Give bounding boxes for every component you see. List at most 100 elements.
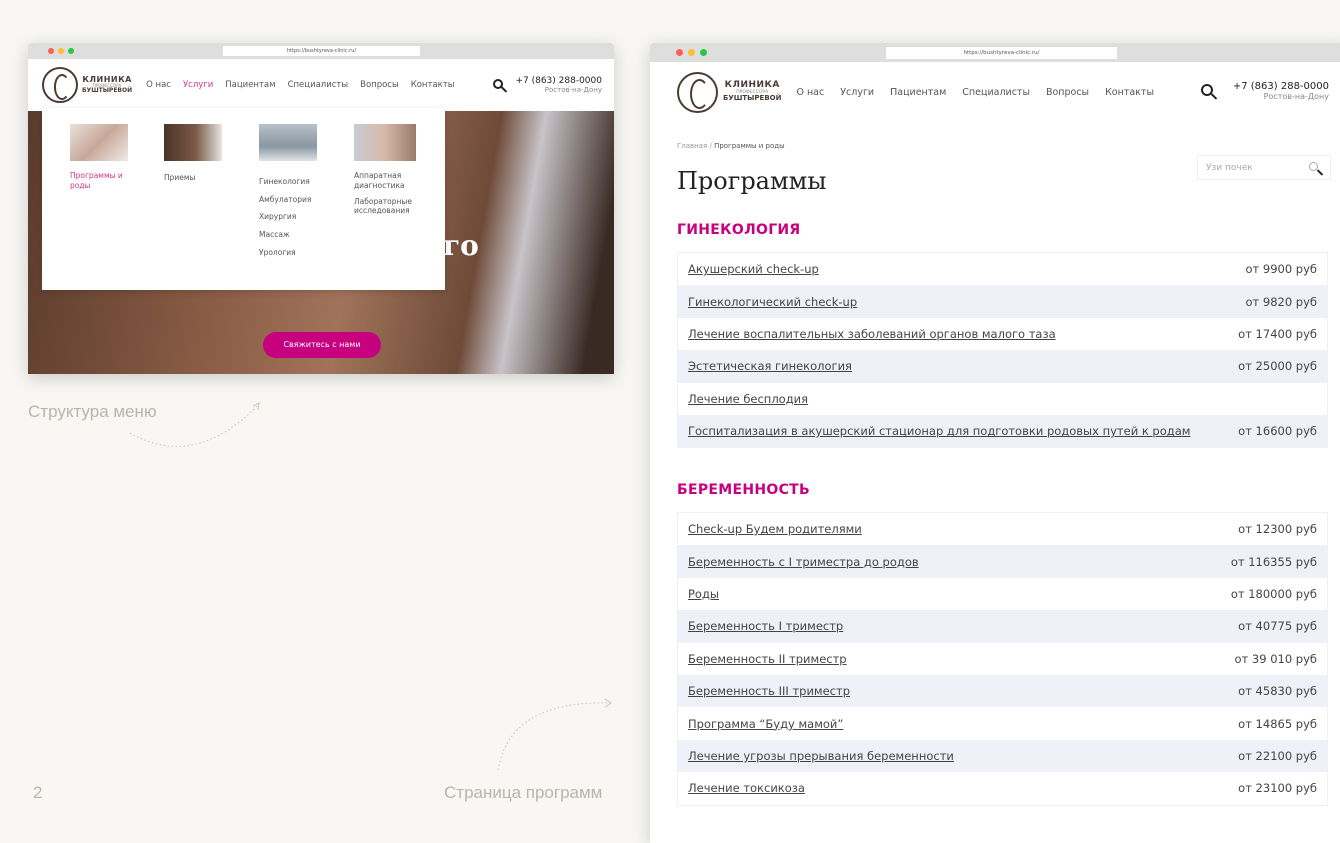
- search-field[interactable]: Узи почек: [1197, 155, 1331, 180]
- menu-massage[interactable]: Массаж: [259, 226, 311, 244]
- page-title: Программы: [677, 167, 827, 195]
- gynecology-table: Акушерский check-up от 9900 руб Гинеколог…: [677, 252, 1328, 449]
- program-link[interactable]: Гинекологический check-up: [688, 295, 857, 309]
- logo-line3: БУШТЫРЕВОЙ: [82, 87, 133, 95]
- breadcrumb-current: Программы и роды: [714, 142, 785, 150]
- table-row: Роды от 180000 руб: [678, 578, 1327, 610]
- close-dot[interactable]: [676, 49, 683, 56]
- nav-about[interactable]: О нас: [146, 80, 171, 90]
- nav-contacts[interactable]: Контакты: [1105, 87, 1154, 98]
- site-header: КЛИНИКА ПРОФЕССОРА БУШТЫРЕВОЙ О нас Услу…: [650, 62, 1340, 122]
- section-heading-pregnancy: БЕРЕМЕННОСТЬ: [677, 482, 810, 498]
- program-price: от 40775 руб: [1238, 619, 1317, 634]
- program-link[interactable]: Лечение воспалительных заболеваний орган…: [688, 327, 1056, 341]
- program-link[interactable]: Лечение токсикоза: [688, 781, 805, 795]
- menu-surgery[interactable]: Хирургия: [259, 208, 311, 226]
- contact-block: +7 (863) 288-0000 Ростов-на-Дону: [1233, 81, 1329, 101]
- phone[interactable]: +7 (863) 288-0000: [1233, 81, 1329, 92]
- main-nav: О нас Услуги Пациентам Специалисты Вопро…: [146, 80, 454, 90]
- table-row: Беременность I триместр от 40775 руб: [678, 610, 1327, 643]
- phone[interactable]: +7 (863) 288-0000: [515, 76, 602, 86]
- contact-us-button[interactable]: Свяжитесь с нами: [263, 332, 381, 358]
- search-icon[interactable]: [1201, 84, 1213, 96]
- minimize-dot[interactable]: [58, 48, 64, 54]
- menu-programs[interactable]: Программы и роды: [70, 171, 130, 191]
- menu-diagnostics[interactable]: Аппаратная диагностика: [354, 171, 429, 191]
- programs-image[interactable]: [70, 124, 128, 161]
- close-dot[interactable]: [48, 48, 54, 54]
- program-price: от 39 010 руб: [1234, 651, 1317, 666]
- search-icon[interactable]: [493, 79, 503, 89]
- logo[interactable]: КЛИНИКА ПРОФЕССОРА БУШТЫРЕВОЙ: [677, 71, 781, 113]
- breadcrumb-home[interactable]: Главная: [677, 142, 707, 150]
- program-link[interactable]: Беременность III триместр: [688, 684, 850, 698]
- nav-specialists[interactable]: Специалисты: [288, 80, 349, 90]
- site-header: КЛИНИКА ПРОФЕССОРА БУШТЫРЕВОЙ О нас Услу…: [28, 59, 614, 111]
- program-link[interactable]: Беременность II триместр: [688, 652, 847, 666]
- nav-patients[interactable]: Пациентам: [890, 87, 946, 98]
- caption-programs: Страница программ: [444, 783, 603, 802]
- city: Ростов-на-Дону: [1263, 92, 1329, 101]
- dotted-arrow-programs: [497, 698, 612, 771]
- departments-image[interactable]: [259, 124, 317, 161]
- program-price: от 12300 руб: [1238, 522, 1317, 537]
- search-field-icon[interactable]: [1309, 162, 1318, 171]
- program-price: от 25000 руб: [1238, 359, 1317, 374]
- nav-services[interactable]: Услуги: [183, 80, 213, 90]
- url-bar[interactable]: https://bushtyreva-clinic.ru/: [223, 46, 420, 56]
- program-link[interactable]: Акушерский check-up: [688, 262, 819, 276]
- appointments-image[interactable]: [164, 124, 222, 161]
- nav-services[interactable]: Услуги: [840, 87, 874, 98]
- nav-about[interactable]: О нас: [796, 87, 824, 98]
- menu-appointments[interactable]: Приемы: [164, 173, 195, 182]
- table-row: Гинекологический check-up от 9820 руб: [678, 285, 1327, 318]
- program-link[interactable]: Программа “Буду мамой”: [688, 717, 843, 731]
- program-link[interactable]: Роды: [688, 587, 719, 601]
- table-row: Беременность III триместр от 45830 руб: [678, 674, 1327, 708]
- program-link[interactable]: Check-up Будем родителями: [688, 522, 862, 536]
- contact-block: +7 (863) 288-0000 Ростов-на-Дону: [515, 76, 602, 94]
- table-row: Госпитализация в акушерский стационар дл…: [678, 414, 1327, 448]
- program-price: от 116355 руб: [1230, 554, 1317, 569]
- program-link[interactable]: Госпитализация в акушерский стационар дл…: [688, 424, 1190, 438]
- program-link[interactable]: Беременность I триместр: [688, 619, 843, 633]
- table-row: Беременность с I триместра до родов от 11…: [678, 545, 1327, 578]
- menu-ambulatory[interactable]: Амбулатория: [259, 191, 311, 209]
- url-bar[interactable]: https://bushtyreva-clinic.ru/: [886, 47, 1117, 59]
- program-link[interactable]: Беременность с I триместра до родов: [688, 555, 919, 569]
- table-row: Эстетическая гинекология от 25000 руб: [678, 350, 1327, 383]
- table-row: Лечение бесплодия: [678, 383, 1327, 415]
- diagnostics-list: Аппаратная диагностика Лабораторные иссл…: [354, 171, 429, 216]
- program-link[interactable]: Лечение бесплодия: [688, 392, 808, 406]
- table-row: Беременность II триместр от 39 010 руб: [678, 643, 1327, 675]
- nav-contacts[interactable]: Контакты: [411, 80, 455, 90]
- breadcrumb: Главная / Программы и роды: [677, 142, 785, 150]
- logo-emblem: [42, 67, 78, 103]
- minimize-dot[interactable]: [688, 49, 695, 56]
- maximize-dot[interactable]: [700, 49, 707, 56]
- program-link[interactable]: Эстетическая гинекология: [688, 359, 852, 373]
- maximize-dot[interactable]: [68, 48, 74, 54]
- browser-chrome: https://bushtyreva-clinic.ru/: [650, 43, 1340, 62]
- menu-urology[interactable]: Урология: [259, 244, 311, 262]
- pregnancy-table: Check-up Будем родителями от 12300 руб Бе…: [677, 512, 1328, 806]
- table-row: Check-up Будем родителями от 12300 руб: [678, 513, 1327, 545]
- menu-gynecology[interactable]: Гинекология: [259, 173, 311, 191]
- nav-questions[interactable]: Вопросы: [1046, 87, 1089, 98]
- program-price: от 45830 руб: [1238, 684, 1317, 699]
- program-price: от 23100 руб: [1238, 781, 1317, 796]
- nav-questions[interactable]: Вопросы: [360, 80, 399, 90]
- departments-list: Гинекология Амбулатория Хирургия Массаж …: [259, 173, 311, 262]
- dotted-arrow-menu: [129, 402, 260, 447]
- menu-lab[interactable]: Лабораторные исследования: [354, 197, 429, 217]
- nav-specialists[interactable]: Специалисты: [962, 87, 1030, 98]
- program-link[interactable]: Лечение угрозы прерывания беременности: [688, 749, 954, 763]
- logo[interactable]: КЛИНИКА ПРОФЕССОРА БУШТЫРЕВОЙ: [42, 67, 132, 103]
- diagnostics-image[interactable]: [354, 124, 416, 161]
- search-input[interactable]: Узи почек: [1206, 163, 1253, 173]
- nav-patients[interactable]: Пациентам: [225, 80, 275, 90]
- program-price: от 22100 руб: [1238, 748, 1317, 763]
- table-row: Лечение воспалительных заболеваний орган…: [678, 318, 1327, 350]
- table-row: Акушерский check-up от 9900 руб: [678, 253, 1327, 285]
- logo-emblem: [677, 71, 718, 113]
